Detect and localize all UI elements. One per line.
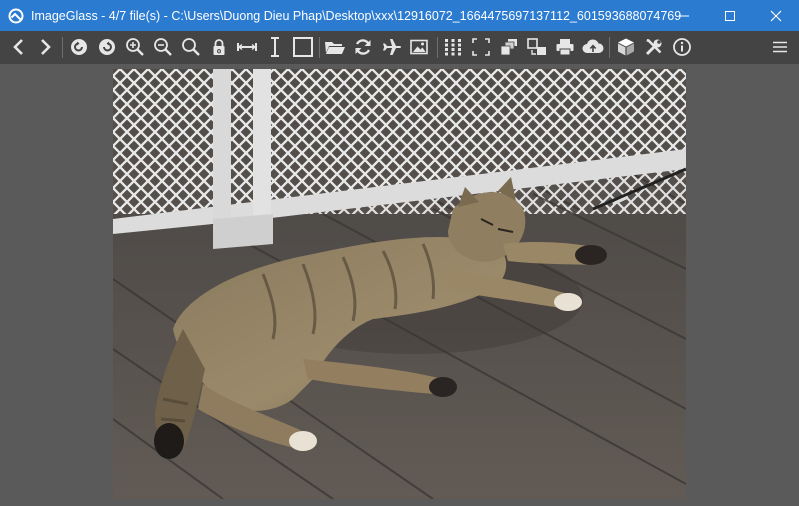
minimize-button[interactable]: [661, 0, 707, 31]
compare-button[interactable]: [525, 35, 549, 59]
fit-width-icon: [237, 43, 257, 51]
printer-icon: [556, 39, 574, 56]
airplane-icon: [383, 39, 401, 55]
lock-icon: 0: [213, 39, 225, 56]
print-button[interactable]: [553, 35, 577, 59]
chevron-right-icon: [41, 39, 51, 55]
copy-stack-icon: [500, 39, 517, 56]
set-wallpaper-button[interactable]: [407, 35, 431, 59]
zoom-out-icon: [154, 38, 172, 56]
svg-text:0: 0: [217, 48, 222, 56]
fit-height-icon: [271, 37, 279, 57]
open-folder-icon: [325, 42, 345, 54]
compare-icon: [527, 38, 546, 55]
settings-button[interactable]: [642, 35, 666, 59]
zoom-auto-icon: [182, 38, 200, 56]
main-menu-button[interactable]: [768, 35, 792, 59]
toolbar-separator: [609, 37, 610, 58]
cat-photo-image: [113, 69, 686, 499]
imageglass-logo-icon: [8, 8, 24, 23]
fullscreen-icon: [472, 38, 490, 56]
toolbar-separator: [319, 37, 320, 58]
thumbnail-bar-button[interactable]: [441, 35, 465, 59]
hamburger-menu-icon: [773, 41, 787, 53]
open-file-button[interactable]: [323, 35, 347, 59]
lock-zoom-button[interactable]: 0: [207, 35, 231, 59]
window-title: ImageGlass - 4/7 file(s) - C:\Users\Duon…: [31, 8, 681, 23]
chevron-left-icon: [13, 39, 23, 55]
cloud-upload-icon: [582, 39, 604, 53]
maximize-icon: [725, 10, 735, 21]
box-icon: [618, 38, 634, 56]
auto-zoom-button[interactable]: [179, 35, 203, 59]
image-viewer[interactable]: [0, 64, 799, 506]
next-image-button[interactable]: [33, 35, 57, 59]
upload-button[interactable]: [581, 35, 605, 59]
title-bar: ImageGlass - 4/7 file(s) - C:\Users\Duon…: [0, 0, 799, 31]
extensions-button[interactable]: [614, 35, 638, 59]
fit-window-button[interactable]: [291, 35, 315, 59]
rotate-right-icon: [99, 39, 115, 55]
zoom-in-button[interactable]: [123, 35, 147, 59]
refresh-button[interactable]: [351, 35, 375, 59]
refresh-icon: [355, 39, 371, 55]
slideshow-button[interactable]: [379, 35, 403, 59]
about-button[interactable]: [670, 35, 694, 59]
displayed-photo[interactable]: [113, 69, 686, 499]
maximize-button[interactable]: [707, 0, 753, 31]
fullscreen-button[interactable]: [469, 35, 493, 59]
toolbar: 0: [0, 31, 799, 64]
fit-window-icon: [293, 37, 313, 57]
fit-height-button[interactable]: [263, 35, 287, 59]
zoom-out-button[interactable]: [151, 35, 175, 59]
toolbar-separator: [62, 37, 63, 58]
close-button[interactable]: [753, 0, 799, 31]
close-icon: [770, 10, 782, 21]
minimize-icon: [679, 15, 689, 16]
fit-width-button[interactable]: [235, 35, 259, 59]
tools-icon: [645, 39, 662, 56]
info-icon: [673, 38, 691, 56]
zoom-in-icon: [126, 38, 144, 56]
previous-image-button[interactable]: [7, 35, 31, 59]
rotate-right-button[interactable]: [95, 35, 119, 59]
rotate-left-button[interactable]: [67, 35, 91, 59]
thumbnails-grid-icon: [445, 39, 461, 56]
image-icon: [410, 39, 428, 55]
rotate-left-icon: [71, 39, 87, 55]
toolbar-separator: [437, 37, 438, 58]
copy-button[interactable]: [497, 35, 521, 59]
